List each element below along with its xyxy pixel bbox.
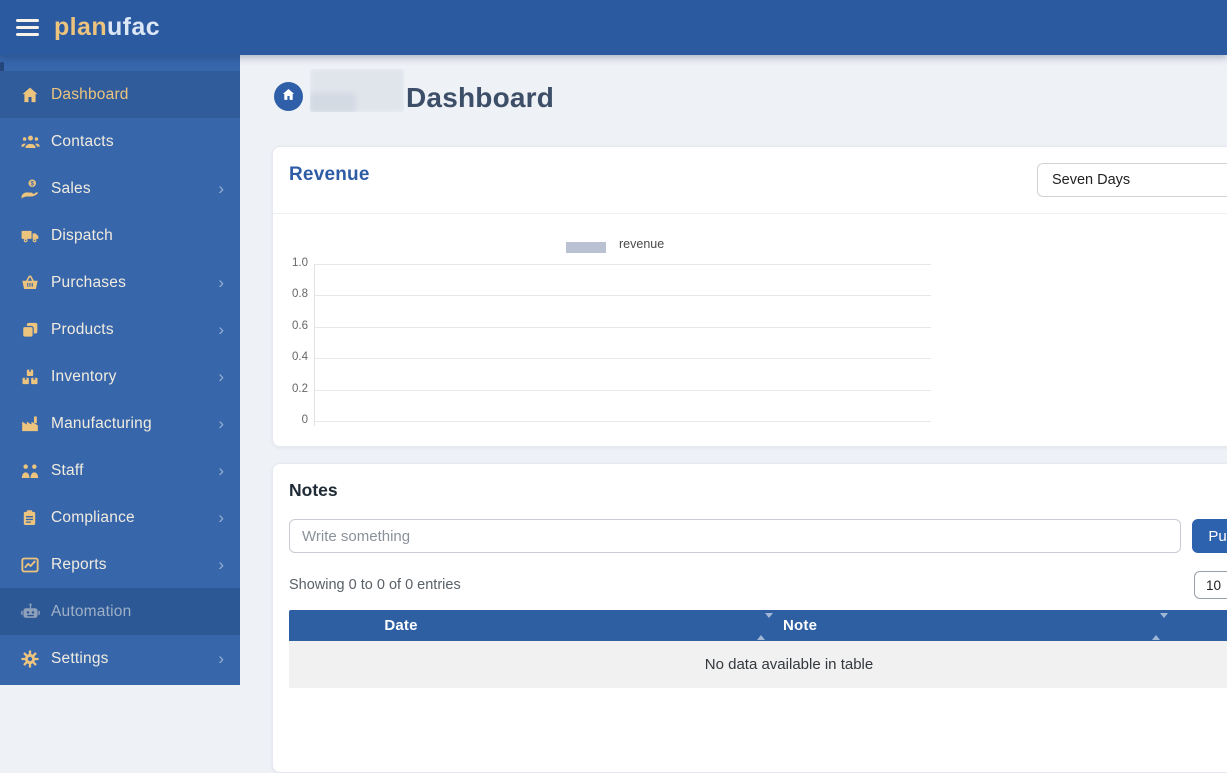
table-empty-row: No data available in table xyxy=(289,641,1227,688)
sidebar-item-label: Products xyxy=(51,320,114,338)
y-tick-label: 0.4 xyxy=(292,351,308,364)
sidebar-item-contacts[interactable]: Contacts xyxy=(0,118,240,165)
home-button[interactable] xyxy=(274,82,303,111)
notes-table-header: Date Note xyxy=(289,610,1227,641)
copy-icon xyxy=(20,320,42,340)
card-header-divider xyxy=(273,213,1227,214)
sidebar-item-compliance[interactable]: Compliance › xyxy=(0,494,240,541)
y-tick-label: 1.0 xyxy=(292,257,308,269)
users-icon xyxy=(20,132,42,152)
logo-part2: ufac xyxy=(107,13,161,41)
revenue-period-select[interactable]: Seven Days xyxy=(1037,163,1227,197)
sidebar-item-products[interactable]: Products › xyxy=(0,306,240,353)
chevron-right-icon: › xyxy=(218,461,224,480)
chevron-right-icon: › xyxy=(218,179,224,198)
page-title: Dashboard xyxy=(406,82,555,113)
sidebar-item-label: Purchases xyxy=(51,273,127,291)
legend-swatch[interactable] xyxy=(566,242,606,253)
revenue-card-title: Revenue xyxy=(289,164,370,185)
chevron-right-icon: › xyxy=(218,649,224,668)
notes-card: Notes Publish Showing 0 to 0 of 0 entrie… xyxy=(272,463,1227,773)
sidebar-item-label: Manufacturing xyxy=(51,414,152,432)
sidebar-item-label: Automation xyxy=(51,602,132,620)
people-icon xyxy=(20,461,42,481)
chevron-right-icon: › xyxy=(218,367,224,386)
robot-icon xyxy=(20,602,42,622)
notes-card-title: Notes xyxy=(289,480,338,500)
sidebar-item-label: Staff xyxy=(51,461,84,479)
gridline xyxy=(314,389,931,391)
sort-icon[interactable] xyxy=(757,613,773,640)
clipboard-icon xyxy=(20,508,42,528)
sidebar-item-dashboard[interactable]: Dashboard xyxy=(0,71,240,118)
sidebar-item-settings[interactable]: Settings › xyxy=(0,635,240,682)
main-content: Dashboard Revenue Seven Days revenue 1.0… xyxy=(240,55,1227,773)
sidebar-nav: Dashboard Contacts $ Sales › Dispatch Pu… xyxy=(0,71,240,682)
page-size-select[interactable]: 10 xyxy=(1194,571,1227,599)
svg-text:$: $ xyxy=(31,181,35,188)
chevron-right-icon: › xyxy=(218,555,224,574)
sidebar-item-label: Contacts xyxy=(51,132,114,150)
sidebar-item-sales[interactable]: $ Sales › xyxy=(0,165,240,212)
entries-summary: Showing 0 to 0 of 0 entries xyxy=(289,577,461,593)
logo-part1: plan xyxy=(54,13,107,41)
gridline xyxy=(314,264,931,265)
sidebar-item-label: Inventory xyxy=(51,367,117,385)
sidebar-item-label: Settings xyxy=(51,649,109,667)
gridline xyxy=(314,421,931,422)
sidebar-item-label: Dashboard xyxy=(51,85,129,103)
sort-icon[interactable] xyxy=(1152,613,1168,640)
sidebar-item-automation[interactable]: Automation xyxy=(0,588,240,635)
sidebar-item-manufacturing[interactable]: Manufacturing › xyxy=(0,400,240,447)
topbar: planufac xyxy=(0,0,1227,55)
column-header-date[interactable]: Date xyxy=(289,610,513,641)
redacted-company-name xyxy=(310,69,404,112)
chevron-right-icon: › xyxy=(218,414,224,433)
app-logo[interactable]: planufac xyxy=(54,13,160,42)
sidebar: Dashboard Contacts $ Sales › Dispatch Pu… xyxy=(0,55,240,685)
note-input[interactable] xyxy=(289,519,1181,553)
chart-y-axis xyxy=(314,264,315,426)
y-tick-label: 0 xyxy=(301,414,308,426)
hand-dollar-icon: $ xyxy=(20,179,42,199)
home-icon xyxy=(281,87,296,107)
chevron-right-icon: › xyxy=(218,273,224,292)
sidebar-item-reports[interactable]: Reports › xyxy=(0,541,240,588)
sidebar-item-staff[interactable]: Staff › xyxy=(0,447,240,494)
y-tick-label: 0.2 xyxy=(292,382,308,395)
publish-button[interactable]: Publish xyxy=(1192,519,1227,553)
y-tick-label: 0.8 xyxy=(292,288,308,301)
home-icon xyxy=(20,85,42,105)
sidebar-item-label: Dispatch xyxy=(51,226,113,244)
y-tick-label: 0.6 xyxy=(292,319,308,332)
truck-icon xyxy=(20,226,42,246)
sidebar-item-inventory[interactable]: Inventory › xyxy=(0,353,240,400)
menu-icon[interactable] xyxy=(16,15,39,40)
chevron-right-icon: › xyxy=(218,320,224,339)
sidebar-item-dispatch[interactable]: Dispatch xyxy=(0,212,240,259)
chart-line-icon xyxy=(20,555,42,575)
gridline xyxy=(314,295,931,297)
gridline xyxy=(314,326,931,328)
column-header-note[interactable]: Note xyxy=(783,610,817,641)
basket-icon xyxy=(20,273,42,293)
sidebar-item-label: Sales xyxy=(51,179,91,197)
gridline xyxy=(314,358,931,360)
chevron-right-icon: › xyxy=(218,508,224,527)
sidebar-item-purchases[interactable]: Purchases › xyxy=(0,259,240,306)
gear-icon xyxy=(20,649,42,669)
sidebar-item-label: Reports xyxy=(51,555,107,573)
revenue-chart: 1.0 0.8 0.6 0.4 0.2 0 xyxy=(292,257,931,426)
factory-icon xyxy=(20,414,42,434)
revenue-card: Revenue Seven Days revenue 1.0 0.8 0.6 0… xyxy=(272,146,1227,447)
sidebar-item-label: Compliance xyxy=(51,508,135,526)
empty-message: No data available in table xyxy=(704,656,874,673)
boxes-icon xyxy=(20,367,42,387)
legend-label[interactable]: revenue xyxy=(619,237,664,251)
